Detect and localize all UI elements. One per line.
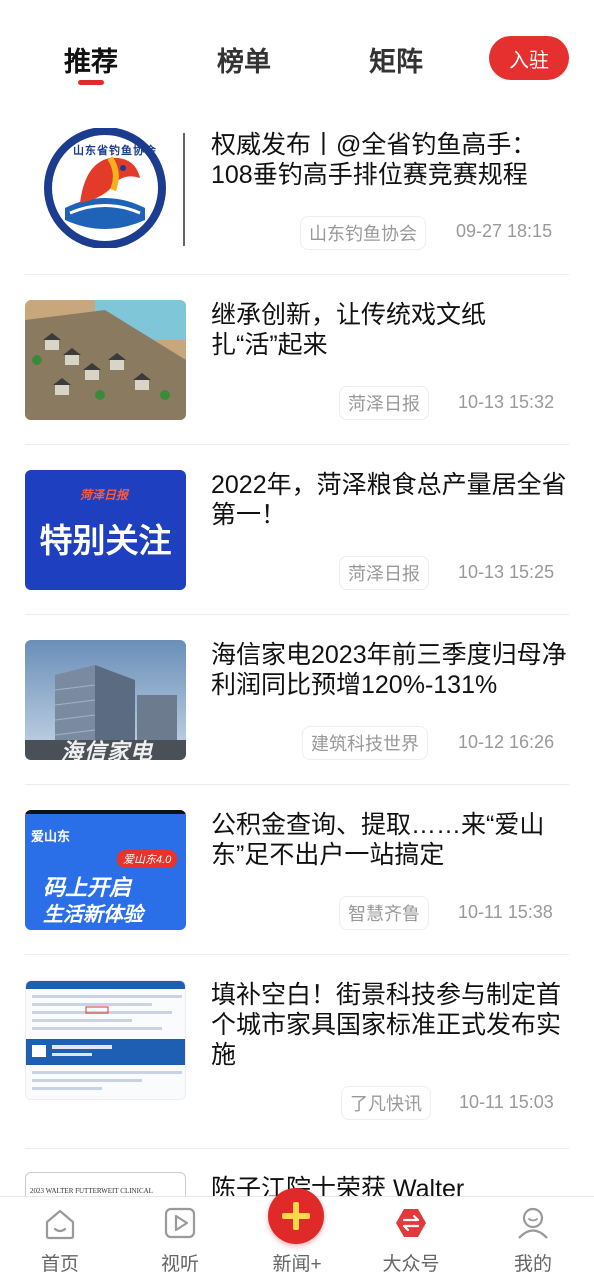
- promo-line2: 生活新体验: [43, 904, 143, 926]
- plus-icon: [282, 1202, 310, 1230]
- divider: [25, 614, 569, 615]
- nav-home[interactable]: 首页: [15, 1197, 105, 1280]
- paper-header-text: 2023 WALTER FUTTERWEIT CLINICAL: [30, 1187, 153, 1195]
- top-tab-bar: 推荐 榜单 矩阵 入驻: [0, 0, 594, 100]
- news-source: 智慧齐鲁: [339, 896, 429, 930]
- news-title: 继承创新，让传统戏文纸扎“活”起来: [211, 301, 487, 359]
- news-item[interactable]: 海信家电 海信家电2023年前三季度归母净利润同比预增120%-131% 建筑科…: [25, 640, 569, 760]
- news-title: 填补空白！街景科技参与制定首个城市家具国家标准正式发布实施: [211, 981, 562, 1069]
- news-thumbnail: 海信家电: [25, 640, 186, 760]
- promo-top-text: 爱山东: [31, 829, 71, 844]
- news-time: 10-12 16:26: [458, 732, 555, 752]
- user-icon: [518, 1207, 548, 1239]
- news-item[interactable]: 菏泽日报 特别关注 2022年，菏泽粮食总产量居全省第一！ 菏泽日报 10-13…: [25, 470, 569, 590]
- nav-label: 首页: [40, 1254, 79, 1275]
- news-item[interactable]: 爱山东 爱山东4.0 码上开启 生活新体验 公积金查询、提取……来“爱山东”足不…: [25, 810, 569, 930]
- active-tab-indicator: [78, 80, 104, 85]
- nav-video[interactable]: 视听: [135, 1197, 225, 1280]
- news-time: 10-13 15:32: [458, 392, 555, 412]
- divider: [25, 1148, 569, 1149]
- news-title: 海信家电2023年前三季度归母净利润同比预增120%-131%: [211, 641, 567, 699]
- news-time: 10-11 15:03: [459, 1092, 554, 1112]
- nav-profile[interactable]: 我的: [488, 1197, 578, 1280]
- join-button[interactable]: 入驻: [489, 36, 569, 80]
- nav-label: 视听: [160, 1254, 199, 1275]
- nav-public-account[interactable]: 大众号: [366, 1197, 456, 1280]
- tab-matrix[interactable]: 矩阵: [369, 40, 423, 79]
- news-source: 山东钓鱼协会: [300, 216, 426, 250]
- tab-recommend[interactable]: 推荐: [64, 40, 118, 79]
- logo-text: 山东省钓鱼协会: [73, 145, 157, 157]
- news-title: 公积金查询、提取……来“爱山东”足不出户一站搞定: [211, 811, 545, 869]
- promo-tag: 爱山东4.0: [117, 850, 178, 868]
- news-thumbnail: 山东省钓鱼协会: [25, 128, 186, 248]
- home-icon: [45, 1209, 75, 1240]
- news-time: 10-11 15:38: [458, 902, 553, 922]
- news-thumbnail: [25, 980, 186, 1100]
- news-item[interactable]: 填补空白！街景科技参与制定首个城市家具国家标准正式发布实施 了凡快讯 10-11…: [25, 980, 569, 1120]
- nav-label: 新闻+: [272, 1254, 322, 1275]
- news-thumbnail: 爱山东 爱山东4.0 码上开启 生活新体验: [25, 810, 186, 930]
- news-thumbnail: [25, 300, 186, 420]
- building-sign-text: 海信家电: [61, 739, 154, 760]
- news-title: 权威发布丨@全省钓鱼高手：108垂钓高手排位赛竞赛规程: [211, 131, 537, 189]
- play-icon: [164, 1207, 196, 1239]
- news-time: 09-27 18:15: [456, 221, 553, 241]
- news-source: 建筑科技世界: [302, 726, 428, 760]
- banner-small-text: 菏泽日报: [80, 488, 129, 502]
- news-item[interactable]: 山东省钓鱼协会 权威发布丨@全省钓鱼高手：108垂钓高手排位赛竞赛规程 山东钓鱼…: [25, 128, 569, 258]
- swap-icon: [396, 1209, 426, 1237]
- news-thumbnail: 菏泽日报 特别关注: [25, 470, 186, 590]
- tab-ranking[interactable]: 榜单: [217, 40, 271, 79]
- divider: [25, 444, 569, 445]
- divider: [25, 784, 569, 785]
- news-title: 2022年，菏泽粮食总产量居全省第一！: [211, 471, 567, 529]
- news-item[interactable]: 继承创新，让传统戏文纸扎“活”起来 菏泽日报 10-13 15:32: [25, 300, 569, 420]
- news-source: 菏泽日报: [339, 386, 429, 420]
- divider: [25, 274, 569, 275]
- nav-label: 我的: [513, 1254, 552, 1275]
- news-time: 10-13 15:25: [458, 562, 555, 582]
- divider: [25, 954, 569, 955]
- news-source: 菏泽日报: [339, 556, 429, 590]
- nav-label: 大众号: [382, 1254, 440, 1275]
- news-source: 了凡快讯: [341, 1086, 431, 1120]
- news-plus-button[interactable]: [268, 1188, 324, 1244]
- banner-text: 特别关注: [39, 522, 172, 559]
